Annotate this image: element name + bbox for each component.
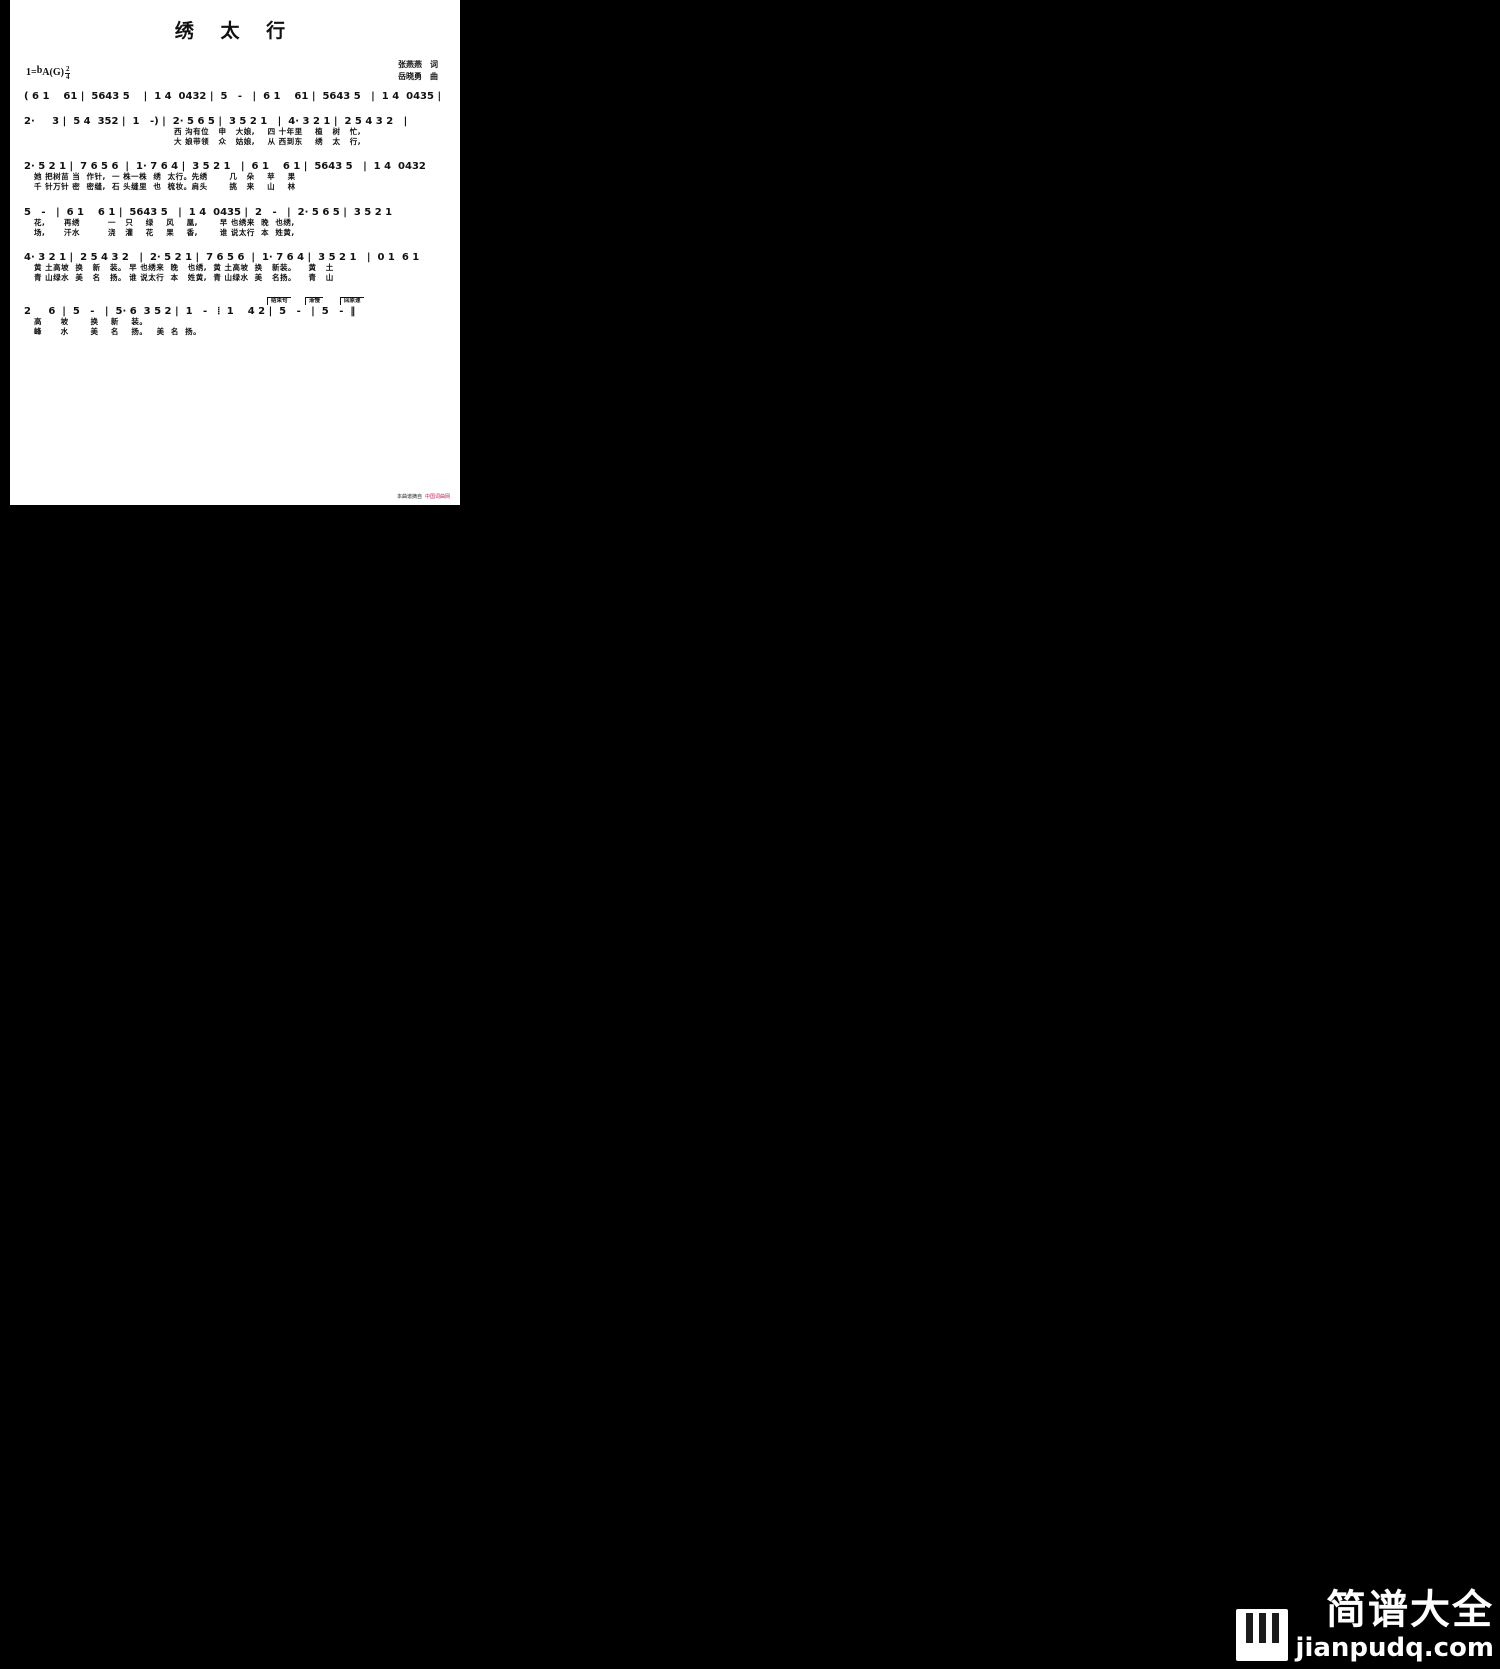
music-system: 4· 3 2 1 | 2 5 4 3 2 | 2· 5 2 1 | 7 6 5 … — [24, 252, 446, 283]
key-signature: 1=bA(G) 2 4 — [26, 65, 71, 82]
lyrics-line: 千 针万针 密 密缝, 石 头缝里 也 梳妆。肩头 挑 来 山 林 — [34, 182, 296, 192]
brand-watermark: 简谱大全 jianpudq.com — [1235, 1590, 1494, 1661]
composer-role: 曲 — [430, 71, 438, 81]
key-label: 1= — [26, 67, 37, 78]
music-system: 结束句 渐慢 回原速 2 6 | 5 - | 5· 6 3 5 2 | 1 - … — [24, 297, 446, 337]
notation-line: 2 6 | 5 - | 5· 6 3 5 2 | 1 - ⦙ 1 4 2 | 5… — [24, 306, 356, 317]
lyricist-role: 词 — [430, 60, 438, 69]
source-note: 本曲谱摘自 中国词曲网 — [397, 493, 450, 500]
lyrics-line: 场, 汗水 浇 灌 花 果 香, 谁 说太行 本 姓黄, — [34, 227, 295, 237]
brand-name-en: jianpudq.com — [1295, 1633, 1494, 1663]
source-note-text: 本曲谱摘自 — [396, 494, 422, 500]
brand-name-cn: 简谱大全 — [1326, 1587, 1494, 1633]
lyrics-line: 峰 水 美 名 扬。 美 名 扬。 — [34, 327, 202, 337]
sheet-music-page: 绣 太 行 1=bA(G) 2 4 张燕燕词 岳晓勇曲 ( 6 1 61 | 564… — [10, 0, 460, 505]
performance-marks: 结束句 渐慢 回原速 — [24, 297, 446, 306]
lyrics-line: 大 娘带领 众 姑娘, 从 西到东 绣 太 行, — [174, 137, 362, 147]
brand-text: 简谱大全 jianpudq.com — [1296, 1590, 1494, 1661]
music-system: 2· 3 | 5 4 352 | 1 -) | 2· 5 6 5 | 3 5 2… — [24, 116, 446, 147]
piano-keys-icon — [1235, 1609, 1288, 1661]
lyrics-line: 花, 再绣 一 只 绿 风 凰, 早 也绣来 晚 也绣, — [34, 217, 295, 227]
lyrics-line: 黄 土高坡 换 新 装。 早 也绣来 晚 也绣, 黄 土高坡 换 新装。 黄 土 — [34, 262, 334, 272]
notation-line: 2· 3 | 5 4 352 | 1 -) | 2· 5 6 5 | 3 5 2… — [24, 116, 408, 127]
lyrics-line: 青 山绿水 美 名 扬。 谁 说太行 本 姓黄, 青 山绿水 美 名扬。 青 山 — [34, 272, 334, 282]
lyricist-name: 张燕燕 — [398, 60, 422, 69]
notation-line: 2· 5 2 1 | 7 6 5 6 | 1· 7 6 4 | 3 5 2 1 … — [24, 161, 426, 173]
meter-denominator: 4 — [65, 73, 70, 81]
mark-ending-phrase: 结束句 — [267, 297, 291, 306]
lyrics-line: 她 把树苗 当 作针, 一 株一株 绣 太行。先绣 几 朵 苹 果 — [34, 172, 296, 182]
music-system: 2· 5 2 1 | 7 6 5 6 | 1· 7 6 4 | 3 5 2 1 … — [24, 161, 446, 192]
mark-a-tempo: 回原速 — [340, 297, 364, 306]
credits-block: 张燕燕词 岳晓勇曲 — [398, 59, 438, 82]
notation-line: 4· 3 2 1 | 2 5 4 3 2 | 2· 5 2 1 | 7 6 5 … — [24, 251, 420, 263]
lyrics-line: 西 沟有位 申 大娘, 四 十年里 植 树 忙, — [174, 127, 362, 136]
lyricist-credit: 张燕燕词 — [398, 59, 438, 71]
notation-line: 5 - | 6 1 6 1 | 5643 5 | 1 4 0435 | 2 - … — [24, 206, 393, 218]
composer-credit: 岳晓勇曲 — [398, 71, 438, 83]
music-system: 5 - | 6 1 6 1 | 5643 5 | 1 4 0435 | 2 - … — [24, 207, 446, 238]
page-title: 绣 太 行 — [174, 20, 296, 42]
music-system: ( 6 1 61 | 5643 5 | 1 4 0432 | 5 - | 6 1… — [24, 91, 446, 102]
notation-line: ( 6 1 61 | 5643 5 | 1 4 0432 | 5 - | 6 1… — [24, 91, 442, 102]
lyrics-line: 高 坡 换 新 装。 — [34, 317, 148, 326]
score-meta: 1=bA(G) 2 4 张燕燕词 岳晓勇曲 — [10, 59, 460, 91]
composer-name: 岳晓勇 — [398, 71, 422, 81]
time-signature: 24 — [64, 65, 71, 82]
key-name: A(G) — [42, 67, 64, 78]
mark-ritardando: 渐慢 — [305, 297, 324, 306]
source-site-name: 中国词曲网 — [424, 494, 450, 500]
